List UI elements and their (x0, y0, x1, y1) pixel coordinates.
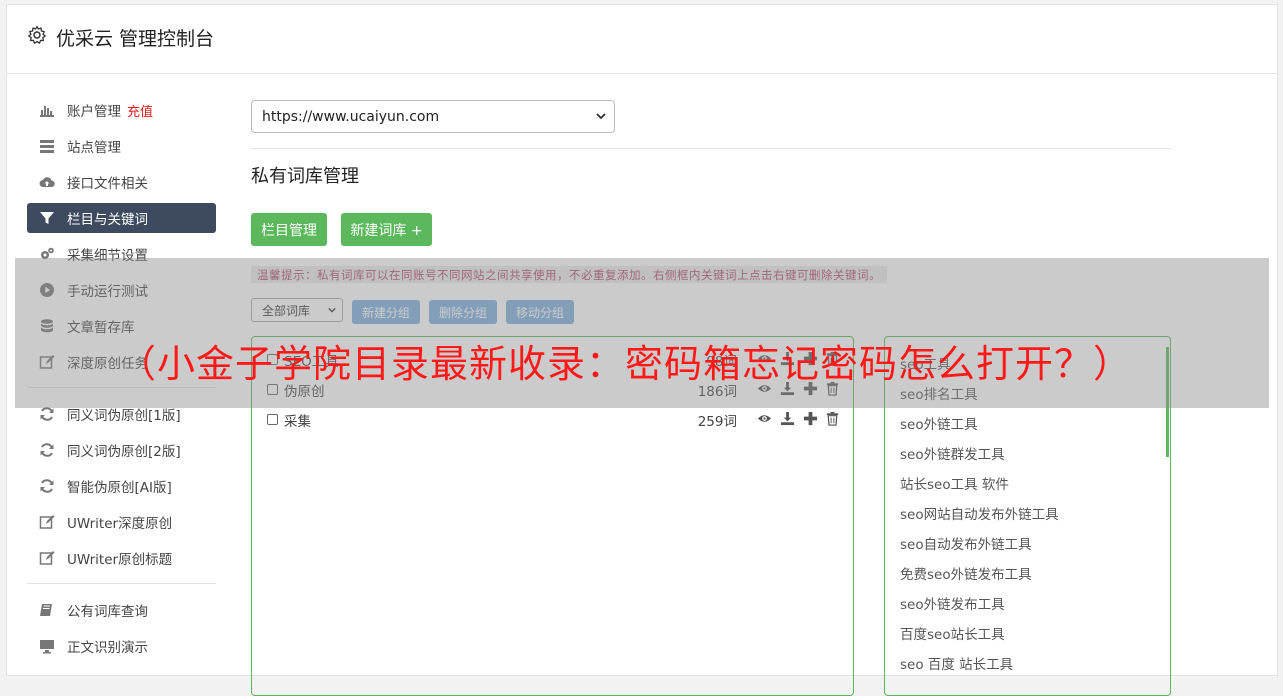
sidebar-item-label: 公有词库查询 (67, 604, 148, 620)
keyword-item[interactable]: seo 百度 站长工具 (900, 653, 1013, 673)
page-header: 优采云 管理控制台 (7, 5, 1277, 74)
new-library-button[interactable]: 新建词库 + (341, 213, 432, 246)
sidebar-item-synonym-v2[interactable]: 同义词伪原创[2版] (27, 435, 216, 465)
sidebar-item-columns-keywords[interactable]: 栏目与关键词 (27, 203, 216, 233)
gear-icon (28, 25, 46, 44)
chevron-down-icon (596, 113, 606, 120)
site-select-value: https://www.ucaiyun.com (262, 108, 440, 125)
cloud-upload-icon (39, 177, 55, 187)
plus-icon[interactable] (803, 411, 818, 426)
keyword-item[interactable]: seo外链发布工具 (900, 593, 1005, 613)
keyword-item[interactable]: 百度seo站长工具 (900, 623, 1005, 643)
divider (251, 148, 1171, 149)
sidebar-item-label: UWriter原创标题 (67, 552, 173, 568)
sidebar-item-api-files[interactable]: 接口文件相关 (27, 167, 216, 197)
library-actions (749, 411, 840, 429)
server-icon (40, 140, 54, 153)
columns-button[interactable]: 栏目管理 (251, 213, 327, 246)
overlay-headline: （小金子学院目录最新收录：密码箱忘记密码怎么打开？） (118, 342, 1133, 386)
sidebar-item-uwriter-title[interactable]: UWriter原创标题 (27, 543, 216, 573)
download-icon[interactable] (780, 411, 795, 426)
site-select[interactable]: https://www.ucaiyun.com (251, 100, 615, 133)
sidebar-divider (27, 583, 216, 584)
app-title: 优采云 管理控制台 (56, 28, 215, 50)
keyword-item[interactable]: seo外链工具 (900, 413, 978, 433)
sidebar-item-ai-rewrite[interactable]: 智能伪原创[AI版] (27, 471, 216, 501)
bar-chart-icon (40, 106, 54, 117)
keyword-item[interactable]: seo网站自动发布外链工具 (900, 503, 1059, 523)
sidebar-item-account[interactable]: 账户管理 充值 (27, 95, 216, 125)
sidebar-item-label: 同义词伪原创[2版] (67, 444, 181, 460)
keyword-item[interactable]: seo外链群发工具 (900, 443, 1005, 463)
list-item: 采集 259词 (267, 410, 840, 430)
library-name[interactable]: 采集 (284, 410, 311, 430)
trash-icon[interactable] (825, 411, 840, 426)
library-count: 259词 (697, 414, 737, 430)
monitor-icon (40, 640, 54, 654)
eye-icon[interactable] (757, 411, 772, 426)
sidebar-item-label: 正文识别演示 (67, 640, 148, 656)
sidebar-item-label: UWriter深度原创 (67, 516, 173, 532)
refresh-icon (40, 407, 54, 421)
sidebar-item-label: 栏目与关键词 (67, 212, 148, 228)
refresh-icon (40, 479, 54, 493)
edit-icon (39, 551, 55, 565)
filter-icon (40, 212, 54, 224)
library-checkbox[interactable] (267, 414, 278, 425)
sidebar-item-text-recognition[interactable]: 正文识别演示 (27, 631, 216, 661)
recharge-link[interactable]: 充值 (127, 101, 153, 120)
book-icon (40, 604, 52, 616)
sidebar-item-label: 接口文件相关 (67, 176, 148, 192)
sidebar-item-sites[interactable]: 站点管理 (27, 131, 216, 161)
sidebar-item-label: 账户管理 (67, 104, 121, 120)
keyword-item[interactable]: seo自动发布外链工具 (900, 533, 1032, 553)
keyword-item[interactable]: 免费seo外链发布工具 (900, 563, 1032, 583)
refresh-icon (40, 443, 54, 457)
sidebar-item-public-library[interactable]: 公有词库查询 (27, 595, 216, 625)
sidebar-item-uwriter-deep[interactable]: UWriter深度原创 (27, 507, 216, 537)
section-title: 私有词库管理 (251, 166, 359, 187)
edit-icon (39, 515, 55, 529)
keyword-item[interactable]: 站长seo工具 软件 (900, 473, 1009, 493)
sidebar-item-label: 站点管理 (67, 140, 121, 156)
sidebar-item-label: 智能伪原创[AI版] (67, 480, 172, 496)
